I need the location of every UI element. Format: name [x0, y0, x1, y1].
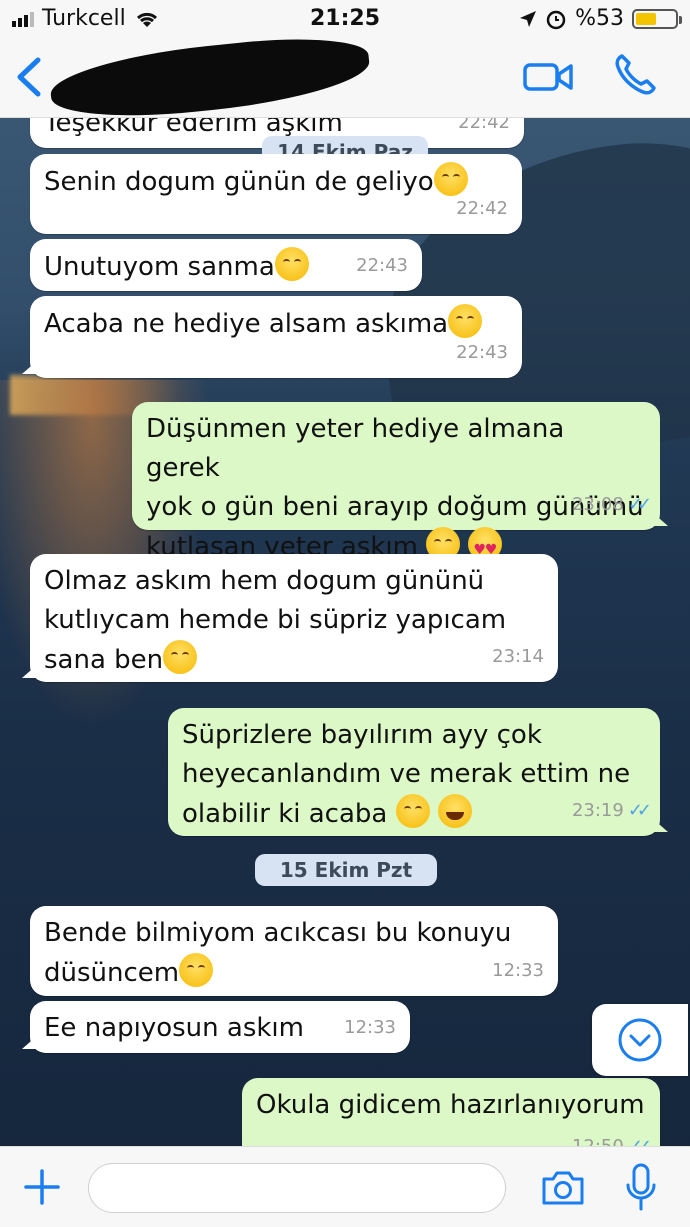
message-bubble[interactable]: Okula gidicem hazırlanıyorum 12:50✓✓: [242, 1078, 660, 1146]
chevron-left-icon[interactable]: [12, 56, 48, 98]
microphone-icon[interactable]: [624, 1163, 658, 1213]
tears-of-joy-emoji: [437, 794, 472, 828]
camera-icon[interactable]: [540, 1169, 586, 1207]
smiling-face-emoji: [395, 794, 430, 828]
message-time: 12:33: [492, 960, 544, 981]
message-input[interactable]: [88, 1163, 506, 1213]
message-bubble[interactable]: Bende bilmiyom acıkcası bu konuyu düsünc…: [30, 906, 558, 996]
message-bubble[interactable]: Olmaz askım hem dogum gününü kutlıycam h…: [22, 554, 558, 682]
message-time: 12:50: [572, 1127, 624, 1146]
smiling-face-emoji: [179, 953, 214, 987]
message-time: 22:43: [456, 342, 508, 363]
message-bubble[interactable]: Senin dogum günün de geliyo 22:42: [30, 154, 522, 234]
message-time: 22:42: [458, 118, 510, 133]
location-icon: [520, 10, 537, 27]
message-bubble[interactable]: Süprizlere bayılırım ayy çok heyecanland…: [168, 708, 668, 836]
contact-name-redacted[interactable]: [47, 29, 373, 127]
scroll-to-bottom-button[interactable]: [592, 1004, 688, 1076]
read-receipt-icon: ✓✓: [628, 1127, 652, 1146]
date-divider: 15 Ekim Pzt: [255, 854, 437, 886]
message-time: 22:42: [456, 198, 508, 219]
message-bubble[interactable]: Ee napıyosun askım 12:33: [22, 1001, 410, 1053]
battery-percent: %53: [575, 6, 624, 31]
message-time: 12:33: [344, 1017, 396, 1038]
message-time: 23:19: [571, 800, 624, 821]
message-bubble[interactable]: Düşünmen yeter hediye almana gerek yok o…: [132, 402, 668, 570]
chevron-down-circle-icon: [618, 1018, 662, 1062]
read-receipt-icon: ✓✓: [627, 800, 652, 821]
smiling-face-emoji: [274, 247, 309, 281]
message-bubble[interactable]: Acaba ne hediye alsam askıma 22:43: [22, 296, 522, 378]
smiling-face-emoji: [163, 640, 198, 674]
message-time: 23:14: [492, 646, 544, 667]
battery-icon: [632, 8, 682, 29]
read-receipt-icon: ✓✓: [627, 494, 652, 515]
video-icon[interactable]: [522, 58, 574, 96]
phone-icon[interactable]: [612, 52, 658, 98]
plus-icon[interactable]: [22, 1167, 62, 1207]
message-time: 23:08: [571, 494, 624, 515]
message-bubble[interactable]: Unutuyom sanma 22:43: [30, 239, 422, 291]
composer: [0, 1146, 690, 1227]
message-time: 22:43: [356, 255, 408, 276]
message-list[interactable]: Teşekkür ederim aşkım 22:42 14 Ekim Paz …: [0, 118, 690, 1146]
status-bar: Turkcell 21:25 %53: [0, 0, 690, 38]
chat-header: [0, 29, 690, 127]
alarm-icon: [546, 10, 566, 29]
